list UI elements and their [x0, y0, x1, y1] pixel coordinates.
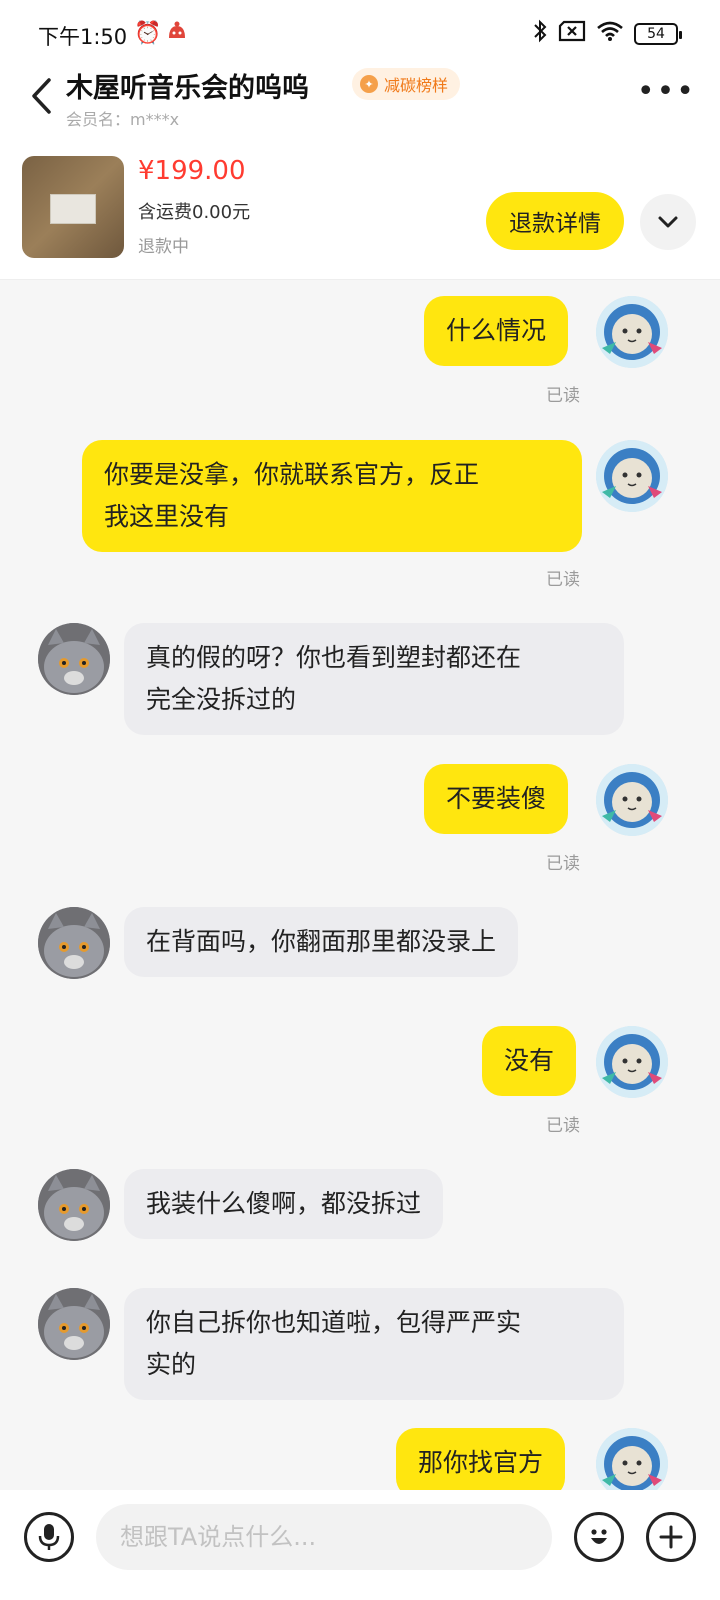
- chat-history[interactable]: 什么情况 已读 你要是没拿，你就联系官方，反正 我这里没有 已读 真的假的呀？你…: [0, 281, 720, 1490]
- read-receipt: 已读: [546, 386, 580, 406]
- order-card[interactable]: ¥199.00 含运费0.00元 退款中 退款详情: [0, 140, 720, 280]
- message-text: 没有: [504, 1046, 555, 1075]
- contact-avatar[interactable]: [38, 623, 110, 695]
- message-text-line: 你要是没拿，你就联系官方，反正: [104, 460, 480, 489]
- contact-avatar[interactable]: [38, 1288, 110, 1360]
- my-avatar[interactable]: [596, 296, 668, 368]
- outgoing-message[interactable]: 不要装傻: [424, 764, 569, 834]
- read-receipt: 已读: [546, 570, 580, 590]
- outgoing-message[interactable]: 你要是没拿，你就联系官方，反正 我这里没有: [82, 440, 582, 552]
- emoji-button[interactable]: [574, 1512, 624, 1562]
- message-text-line: 完全没拆过的: [146, 685, 297, 714]
- app-notification-icon: [166, 20, 188, 45]
- contact-avatar[interactable]: [38, 1169, 110, 1241]
- my-avatar[interactable]: [596, 764, 668, 836]
- wifi-icon: [596, 20, 624, 48]
- shipping-info: 含运费0.00元: [138, 202, 251, 223]
- my-avatar[interactable]: [596, 1026, 668, 1098]
- read-receipt: 已读: [546, 854, 580, 874]
- status-bar: 下午1:50 ⏰ 54: [0, 0, 720, 60]
- back-button[interactable]: [30, 74, 60, 118]
- outgoing-message[interactable]: 什么情况: [424, 296, 569, 366]
- product-thumbnail[interactable]: [22, 156, 124, 258]
- member-name: 会员名：m***x: [66, 110, 180, 129]
- incoming-message[interactable]: 真的假的呀？你也看到塑封都还在 完全没拆过的: [124, 623, 624, 735]
- smiley-icon: [591, 1529, 607, 1544]
- incoming-message[interactable]: 你自己拆你也知道啦，包得严严实 实的: [124, 1288, 624, 1400]
- incoming-message[interactable]: 在背面吗，你翻面那里都没录上: [124, 907, 519, 977]
- message-text-line: 我这里没有: [104, 502, 230, 531]
- product-price: ¥199.00: [138, 156, 246, 186]
- eco-badge-label: 减碳榜样: [384, 76, 449, 95]
- my-avatar[interactable]: [596, 1428, 668, 1490]
- refund-details-button[interactable]: 退款详情: [486, 192, 624, 250]
- chat-header: 木屋听音乐会的呜呜 ✦ 减碳榜样 会员名：m***x •••: [0, 60, 720, 140]
- package-label-image: [50, 194, 96, 224]
- message-text: 不要装傻: [446, 784, 547, 813]
- no-sim-icon: [558, 20, 586, 48]
- read-receipt: 已读: [546, 1116, 580, 1136]
- message-input[interactable]: [96, 1504, 552, 1570]
- alarm-icon: ⏰: [134, 21, 162, 46]
- leaf-icon: ✦: [360, 75, 378, 93]
- outgoing-message[interactable]: 那你找官方: [396, 1428, 566, 1490]
- back-arrow-icon: [32, 78, 51, 114]
- eco-badge[interactable]: ✦ 减碳榜样: [352, 68, 461, 100]
- message-text: 在背面吗，你翻面那里都没录上: [146, 927, 497, 956]
- more-actions-button[interactable]: [646, 1512, 696, 1562]
- message-text-line: 实的: [146, 1350, 197, 1379]
- incoming-message[interactable]: 我装什么傻啊，都没拆过: [124, 1169, 444, 1239]
- message-text-line: 你自己拆你也知道啦，包得严严实: [146, 1308, 522, 1337]
- message-text: 我装什么傻啊，都没拆过: [146, 1189, 422, 1218]
- message-text: 那你找官方: [418, 1448, 544, 1477]
- voice-input-button[interactable]: [24, 1512, 74, 1562]
- expand-button[interactable]: [640, 194, 696, 250]
- plus-icon: [659, 1525, 683, 1549]
- status-time: 下午1:50: [38, 25, 128, 49]
- contact-avatar[interactable]: [38, 907, 110, 979]
- microphone-icon: [38, 1524, 60, 1550]
- status-icons: 54: [532, 19, 682, 49]
- bluetooth-icon: [532, 19, 548, 49]
- message-text-line: 真的假的呀？你也看到塑封都还在: [146, 643, 522, 672]
- contact-name[interactable]: 木屋听音乐会的呜呜: [66, 66, 309, 105]
- message-text: 什么情况: [446, 316, 547, 345]
- my-avatar[interactable]: [596, 440, 668, 512]
- refund-status: 退款中: [138, 237, 189, 257]
- more-options-button[interactable]: •••: [637, 74, 696, 109]
- outgoing-message[interactable]: 没有: [482, 1026, 577, 1096]
- battery-icon: 54: [634, 23, 682, 45]
- message-input-bar: [0, 1490, 720, 1600]
- chevron-down-icon: [658, 216, 678, 228]
